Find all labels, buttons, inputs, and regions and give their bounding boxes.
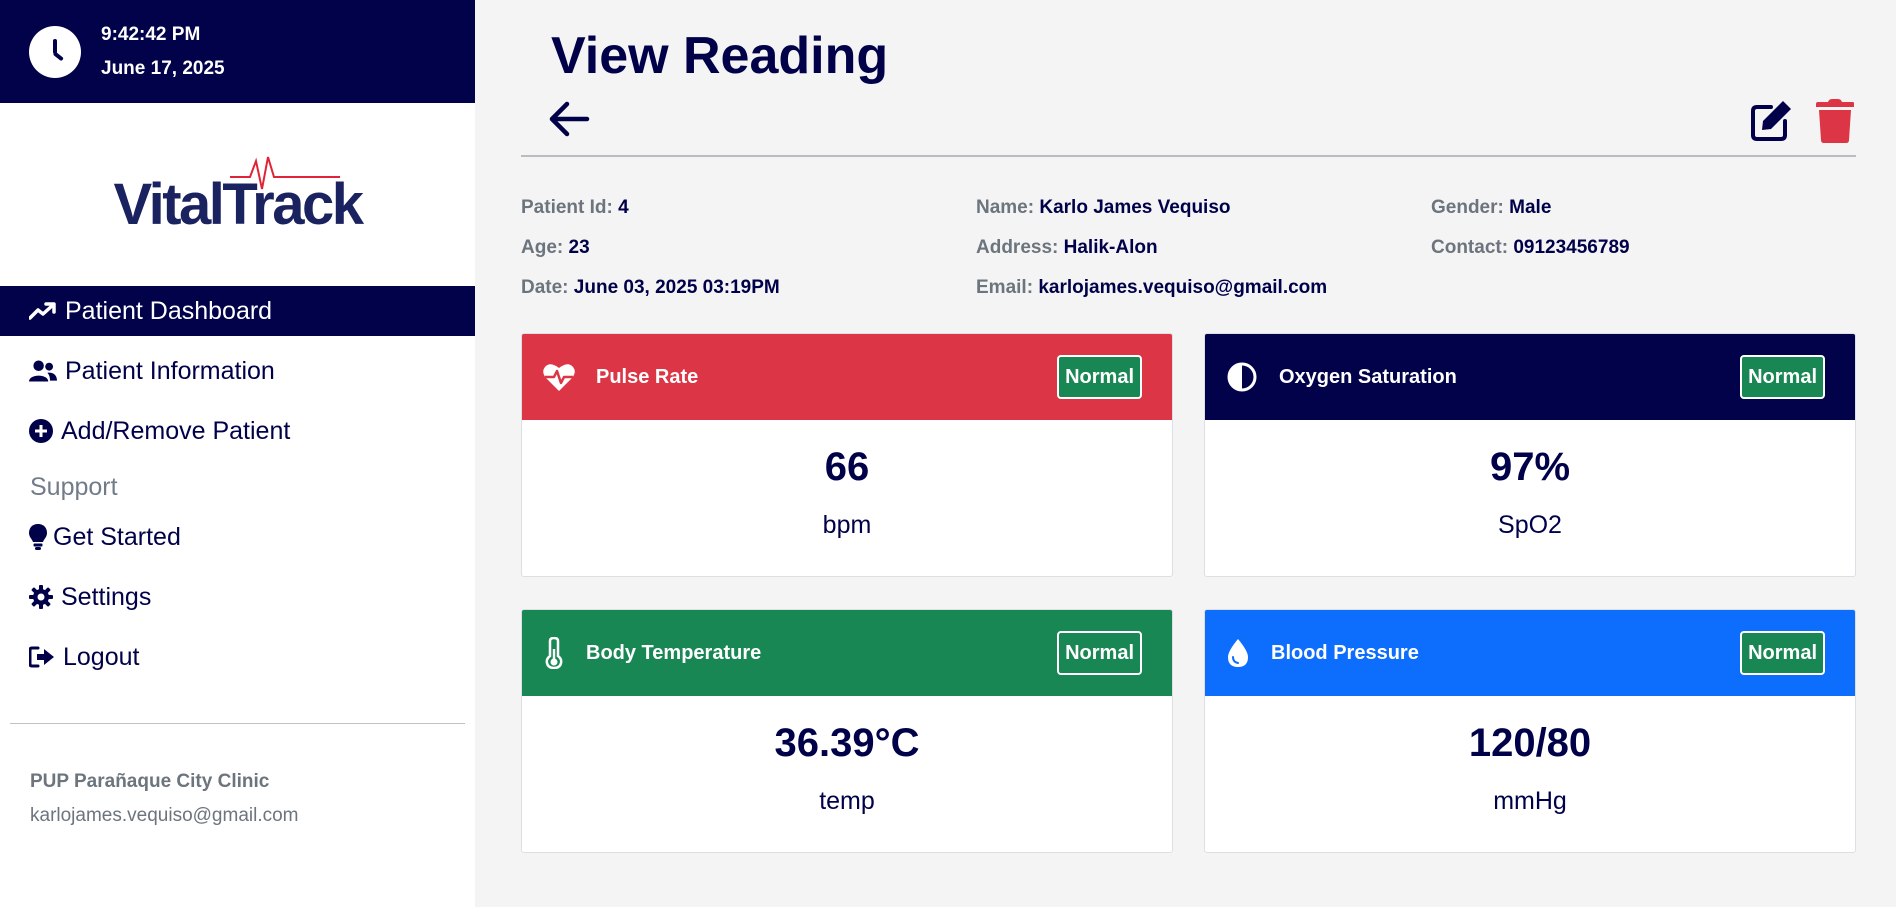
patient-contact-field: Contact: 09123456789 xyxy=(1431,228,1630,268)
patient-age-field: Age: 23 xyxy=(521,228,590,268)
reading-value: 120/80 xyxy=(1468,721,1592,765)
edit-button[interactable] xyxy=(1749,99,1793,143)
card-header: Oxygen Saturation Normal xyxy=(1205,334,1855,420)
reading-unit: temp xyxy=(819,787,875,815)
patient-id-value: 4 xyxy=(618,197,629,218)
patient-id-field: Patient Id: 4 xyxy=(521,188,629,228)
sidebar-item-get-started[interactable]: Get Started xyxy=(0,512,475,562)
reading-date-value: June 03, 2025 03:19PM xyxy=(573,277,780,298)
patient-name-field: Name: Karlo James Vequiso xyxy=(976,188,1231,228)
sidebar-item-label: Settings xyxy=(61,582,152,611)
clinic-name: PUP Parañaque City Clinic xyxy=(30,771,270,792)
card-title: Oxygen Saturation xyxy=(1279,365,1457,388)
patient-address-value: Halik-Alon xyxy=(1063,237,1158,258)
field-label: Contact: xyxy=(1431,237,1509,258)
delete-button[interactable] xyxy=(1816,99,1854,143)
clinic-info: PUP Parañaque City Clinic karlojames.veq… xyxy=(30,765,299,833)
reading-unit: mmHg xyxy=(1493,787,1567,815)
card-title: Body Temperature xyxy=(586,641,762,664)
page-title: View Reading xyxy=(551,27,889,85)
lightbulb-icon xyxy=(29,523,47,551)
plus-circle-icon xyxy=(29,417,53,445)
sidebar-item-label: Add/Remove Patient xyxy=(61,416,291,445)
field-label: Patient Id: xyxy=(521,197,613,218)
status-badge: Normal xyxy=(1740,631,1825,675)
sidebar-item-logout[interactable]: Logout xyxy=(0,632,475,682)
contrast-icon xyxy=(1225,360,1259,394)
patient-email-value: karlojames.vequiso@gmail.com xyxy=(1038,277,1328,298)
reading-unit: SpO2 xyxy=(1498,511,1562,539)
clock-date: June 17, 2025 xyxy=(101,57,225,79)
status-badge: Normal xyxy=(1057,355,1142,399)
patient-gender-value: Male xyxy=(1509,197,1552,218)
trend-up-icon xyxy=(29,297,57,325)
heartbeat-icon xyxy=(542,360,576,394)
edit-icon xyxy=(1751,101,1791,141)
clock-bar: 9:42:42 PM June 17, 2025 xyxy=(0,0,475,103)
logout-icon xyxy=(29,643,55,671)
sidebar-item-settings[interactable]: Settings xyxy=(0,572,475,622)
vitaltrack-logo: VitalTrack xyxy=(0,103,475,286)
body-temperature-card: Body Temperature Normal 36.39°C temp xyxy=(521,609,1173,853)
trash-icon xyxy=(1816,99,1854,143)
gear-icon xyxy=(29,583,53,611)
blood-pressure-card: Blood Pressure Normal 120/80 mmHg xyxy=(1204,609,1856,853)
back-button[interactable] xyxy=(549,101,591,137)
status-badge: Normal xyxy=(1740,355,1825,399)
sidebar-divider xyxy=(10,723,465,724)
reading-value: 36.39°C xyxy=(774,721,920,765)
patient-info: Patient Id: 4 Name: Karlo James Vequiso … xyxy=(521,188,1856,308)
clock-text: 9:42:42 PM June 17, 2025 xyxy=(101,18,225,86)
patient-contact-value: 09123456789 xyxy=(1513,237,1630,258)
sidebar-item-add-remove-patient[interactable]: Add/Remove Patient xyxy=(0,406,475,456)
card-header: Body Temperature Normal xyxy=(522,610,1172,696)
field-label: Email: xyxy=(976,277,1034,298)
patient-address-field: Address: Halik-Alon xyxy=(976,228,1158,268)
clock-time: 9:42:42 PM xyxy=(101,23,201,45)
reading-unit: bpm xyxy=(822,511,872,539)
clock-icon xyxy=(29,25,81,78)
patient-gender-field: Gender: Male xyxy=(1431,188,1551,228)
card-header: Pulse Rate Normal xyxy=(522,334,1172,420)
patient-age-value: 23 xyxy=(568,237,590,258)
field-label: Age: xyxy=(521,237,564,258)
reading-value: 97% xyxy=(1489,445,1571,489)
sidebar-nav: Patient Dashboard Patient Information Ad… xyxy=(0,286,475,682)
users-icon xyxy=(29,357,57,385)
field-label: Gender: xyxy=(1431,197,1504,218)
card-header: Blood Pressure Normal xyxy=(1205,610,1855,696)
sidebar-item-label: Get Started xyxy=(53,522,181,551)
droplet-icon xyxy=(1225,636,1251,670)
patient-name-value: Karlo James Vequiso xyxy=(1039,197,1231,218)
sidebar: 9:42:42 PM June 17, 2025 VitalTrack Pati… xyxy=(0,0,475,907)
sidebar-item-label: Patient Dashboard xyxy=(65,296,273,325)
patient-email-field: Email: karlojames.vequiso@gmail.com xyxy=(976,268,1327,308)
field-label: Name: xyxy=(976,197,1035,218)
sidebar-item-patient-information[interactable]: Patient Information xyxy=(0,346,475,396)
pulse-rate-card: Pulse Rate Normal 66 bpm xyxy=(521,333,1173,577)
status-badge: Normal xyxy=(1057,631,1142,675)
sidebar-item-patient-dashboard[interactable]: Patient Dashboard xyxy=(0,286,475,336)
header-divider xyxy=(521,155,1856,157)
sidebar-item-label: Patient Information xyxy=(65,356,275,385)
reading-date-field: Date: June 03, 2025 03:19PM xyxy=(521,268,780,308)
field-label: Date: xyxy=(521,277,569,298)
oxygen-saturation-card: Oxygen Saturation Normal 97% SpO2 xyxy=(1204,333,1856,577)
sidebar-item-label: Logout xyxy=(63,642,140,671)
reading-value: 66 xyxy=(824,445,870,489)
support-heading: Support xyxy=(30,473,118,501)
clinic-email: karlojames.vequiso@gmail.com xyxy=(30,805,299,826)
pulse-line-icon xyxy=(230,156,340,190)
card-title: Pulse Rate xyxy=(596,365,699,388)
arrow-left-icon xyxy=(549,101,590,137)
field-label: Address: xyxy=(976,237,1059,258)
thermometer-icon xyxy=(542,636,566,670)
card-title: Blood Pressure xyxy=(1271,641,1419,664)
